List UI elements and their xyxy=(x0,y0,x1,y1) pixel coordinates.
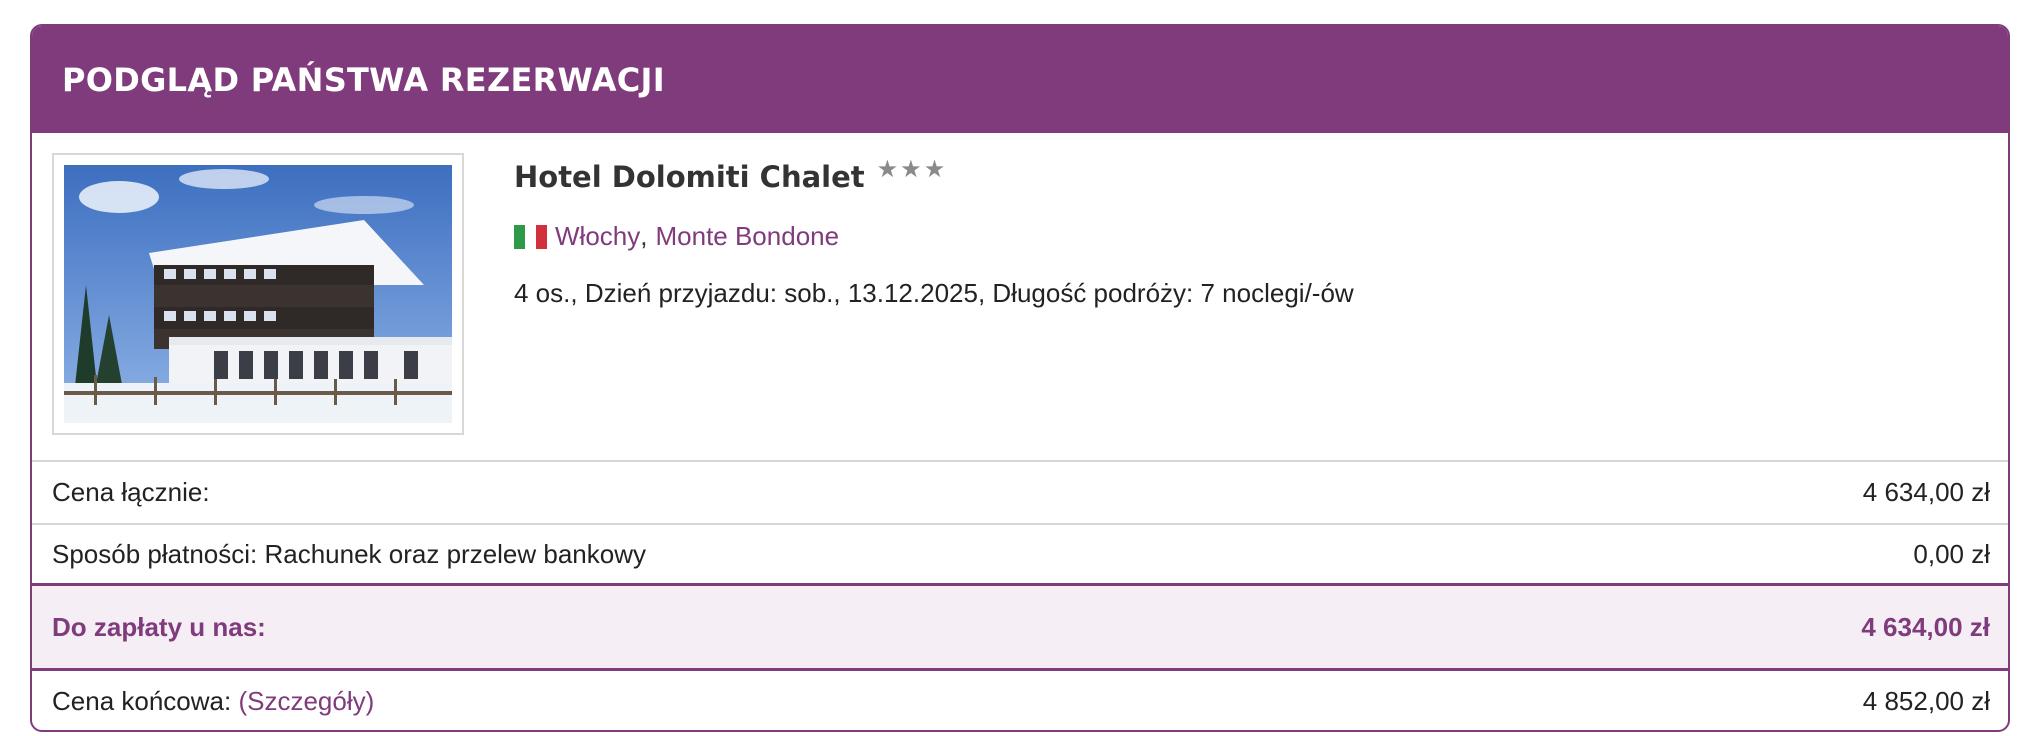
hotel-name[interactable]: Hotel Dolomiti Chalet xyxy=(514,155,865,199)
final-price-value: 4 852,00 zł xyxy=(1862,685,1990,716)
total-price-label: Cena łącznie: xyxy=(52,477,210,507)
amount-due-value: 4 634,00 zł xyxy=(1861,611,1990,642)
payment-method-row: Sposób płatności: Rachunek oraz przelew … xyxy=(32,525,2008,586)
card-header: PODGLĄD PAŃSTWA REZERWACJI xyxy=(32,26,2008,133)
final-price-label-group: Cena końcowa: (Szczegóły) xyxy=(52,686,374,717)
italy-flag-icon xyxy=(514,224,547,249)
country-link[interactable]: Włochy xyxy=(555,221,640,252)
hotel-photo-image xyxy=(64,165,452,423)
payment-method-value: 0,00 zł xyxy=(1913,538,1990,569)
price-details-link[interactable]: (Szczegóły) xyxy=(238,686,374,716)
hotel-name-row: Hotel Dolomiti Chalet ★★★ xyxy=(514,155,1988,199)
page-title: PODGLĄD PAŃSTWA REZERWACJI xyxy=(62,60,665,99)
trip-details: 4 os., Dzień przyjazdu: sob., 13.12.2025… xyxy=(514,278,1354,308)
booking-preview-card: PODGLĄD PAŃSTWA REZERWACJI Hotel Dolomit… xyxy=(30,24,2010,732)
hotel-location: Włochy , Monte Bondone xyxy=(514,221,1988,252)
hotel-photo[interactable] xyxy=(52,153,464,435)
amount-due-label: Do zapłaty u nas: xyxy=(52,611,266,642)
amount-due-row: Do zapłaty u nas: 4 634,00 zł xyxy=(32,586,2008,671)
final-price-label: Cena końcowa: xyxy=(52,685,232,716)
resort-link[interactable]: Monte Bondone xyxy=(655,221,839,252)
payment-method-label: Sposób płatności: Rachunek oraz przelew … xyxy=(52,538,647,569)
total-price-row: Cena łącznie: 4 634,00 zł xyxy=(32,462,2008,525)
total-price-value: 4 634,00 zł xyxy=(1862,477,1990,507)
location-separator: , xyxy=(640,221,648,251)
hotel-info: Hotel Dolomiti Chalet ★★★ Włochy , Monte… xyxy=(514,155,1988,309)
final-price-row: Cena końcowa: (Szczegóły) 4 852,00 zł xyxy=(32,671,2008,730)
star-rating: ★★★ xyxy=(876,156,948,183)
hotel-section: Hotel Dolomiti Chalet ★★★ Włochy , Monte… xyxy=(32,133,2008,462)
